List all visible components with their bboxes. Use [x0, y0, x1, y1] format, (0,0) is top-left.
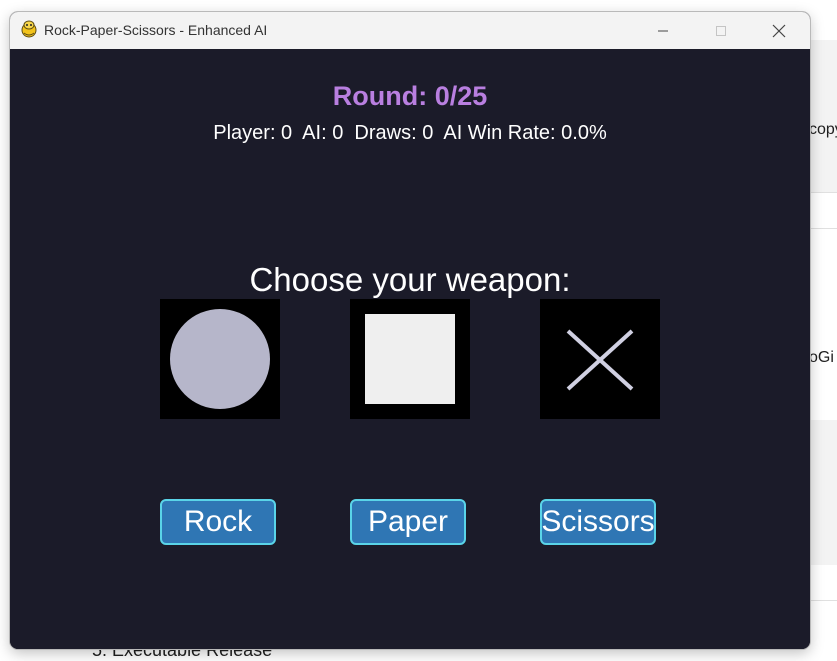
title-bar[interactable]: Rock-Paper-Scissors - Enhanced AI [10, 12, 810, 50]
close-icon [772, 24, 786, 37]
background-band [810, 40, 837, 192]
pygame-snake-icon [21, 20, 37, 38]
paper-button[interactable]: Paper [350, 499, 466, 545]
background-divider [810, 192, 837, 193]
background-text-ogi: oGi [809, 349, 834, 366]
background-text-copy: copy [809, 121, 837, 138]
rock-icon [170, 309, 270, 409]
maximize-icon [716, 25, 726, 36]
scissors-choice-image[interactable] [540, 299, 660, 419]
choose-prompt: Choose your weapon: [249, 261, 571, 298]
background-divider [810, 228, 837, 229]
background-divider [810, 600, 837, 601]
minimize-button[interactable] [634, 12, 692, 49]
paper-choice-image[interactable] [350, 299, 470, 419]
scissors-icon [566, 329, 634, 391]
rock-button[interactable]: Rock [160, 499, 276, 545]
scissors-button[interactable]: Scissors [540, 499, 656, 545]
game-canvas: Round: 0/25 Player: 0 AI: 0 Draws: 0 AI … [10, 49, 810, 649]
rock-choice-image[interactable] [160, 299, 280, 419]
score-stats: Player: 0 AI: 0 Draws: 0 AI Win Rate: 0.… [213, 122, 607, 144]
close-button[interactable] [750, 12, 808, 49]
window-title: Rock-Paper-Scissors - Enhanced AI [44, 22, 268, 38]
minimize-icon [658, 30, 668, 31]
background-band [810, 420, 837, 565]
maximize-button[interactable] [692, 12, 750, 49]
game-window: Rock-Paper-Scissors - Enhanced AI Round:… [10, 12, 810, 649]
paper-icon [365, 314, 455, 404]
round-counter: Round: 0/25 [332, 81, 488, 111]
